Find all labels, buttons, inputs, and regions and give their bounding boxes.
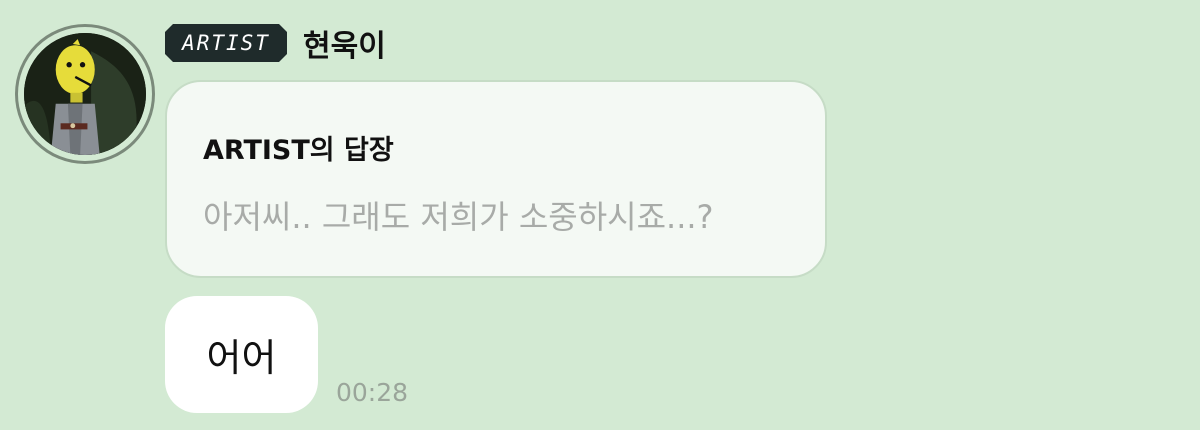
message-header: ARTIST 현욱이: [165, 22, 386, 64]
message-timestamp: 00:28: [336, 378, 409, 407]
message-text: 어어: [206, 336, 277, 380]
lemon-character-avatar-icon: [18, 27, 152, 161]
sender-name[interactable]: 현욱이: [303, 21, 386, 65]
artist-badge: ARTIST: [165, 24, 287, 62]
reply-card[interactable]: ARTIST의 답장 아저씨.. 그래도 저희가 소중하시죠...?: [165, 80, 827, 278]
reply-title: ARTIST의 답장: [203, 135, 394, 166]
avatar[interactable]: [15, 24, 155, 164]
message-bubble[interactable]: 어어: [165, 296, 318, 413]
reply-preview: 아저씨.. 그래도 저희가 소중하시죠...?: [203, 198, 714, 236]
